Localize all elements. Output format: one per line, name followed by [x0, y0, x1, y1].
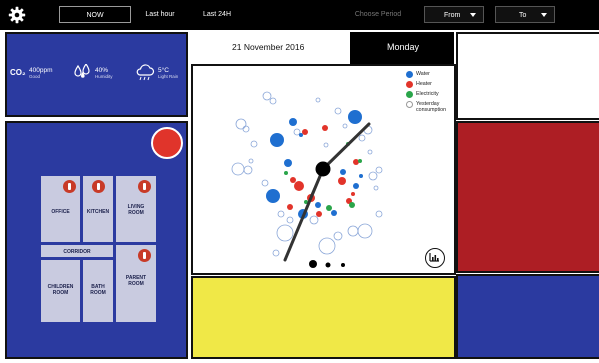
- page-dot: [341, 263, 345, 267]
- weekday-label: Monday: [387, 42, 420, 52]
- room-parent-room[interactable]: PARENT ROOM: [115, 244, 157, 323]
- room-children-room[interactable]: CHILDREN ROOM: [40, 259, 81, 323]
- legend-label-heater: Heater: [416, 81, 432, 87]
- room-label: LIVING ROOM: [127, 204, 145, 216]
- faucet-icon: [92, 180, 105, 193]
- room-label: CHILDREN ROOM: [47, 284, 74, 296]
- legend-dot-water: [406, 71, 413, 78]
- legend-dot-yesterday: [406, 101, 413, 108]
- temperature-value: 5°C: [158, 67, 169, 74]
- legend-dot-electricity: [406, 91, 413, 98]
- room-label: BATH ROOM: [90, 284, 106, 296]
- date-label: 21 November 2016: [232, 42, 305, 52]
- room-corridor[interactable]: CORRIDOR: [40, 244, 114, 258]
- top-bar: NOW Last hour Last 24H Choose Period Fro…: [0, 0, 599, 30]
- co2-value: 400ppm: [29, 67, 53, 74]
- rain-cloud-icon: [135, 64, 155, 87]
- droplets-icon: [74, 62, 92, 85]
- consumption-clock: [231, 91, 383, 268]
- co2-status: Good: [29, 74, 41, 79]
- room-label: PARENT ROOM: [125, 275, 147, 287]
- legend-label-yesterday: Yesterday consumption: [416, 101, 447, 113]
- room-office[interactable]: OFFICE: [40, 175, 81, 243]
- legend-label-water: Water: [416, 71, 430, 77]
- clock-center: [315, 161, 331, 177]
- gear-icon[interactable]: [8, 6, 26, 24]
- page-dot-active: [309, 260, 317, 268]
- room-label: CORRIDOR: [63, 249, 91, 255]
- alert-indicator[interactable]: [151, 127, 183, 159]
- legend-dot-heater: [406, 81, 413, 88]
- co2-icon: CO₂: [10, 68, 26, 77]
- to-label: To: [519, 12, 527, 19]
- yellow-tile[interactable]: [191, 276, 456, 359]
- humidity-label: Humidity: [95, 74, 113, 79]
- temperature-status: Light Rain: [158, 74, 179, 79]
- legend-label-electricity: Electricity: [416, 91, 439, 97]
- thermometer-icon: [138, 249, 151, 262]
- room-bath-room[interactable]: BATH ROOM: [82, 259, 114, 323]
- bar-chart-icon[interactable]: [425, 248, 445, 268]
- chevron-down-icon: [470, 13, 476, 17]
- page-dot: [325, 262, 331, 268]
- red-tile[interactable]: [456, 121, 599, 273]
- room-living-room[interactable]: LIVING ROOM: [115, 175, 157, 243]
- from-label: From: [444, 12, 461, 19]
- humidity-value: 40%: [95, 67, 109, 74]
- now-button[interactable]: NOW: [59, 6, 131, 23]
- lightbulb-icon: [138, 180, 151, 193]
- page-indicator-dots: [309, 260, 345, 268]
- from-dropdown[interactable]: From: [424, 6, 484, 23]
- last-hour-button[interactable]: Last hour: [140, 6, 180, 23]
- floorplan: OFFICE KITCHEN LIVING ROOM CORRIDOR CHIL…: [40, 175, 157, 323]
- room-label: OFFICE: [51, 209, 70, 215]
- chevron-down-icon: [541, 13, 547, 17]
- white-tile[interactable]: [456, 32, 599, 120]
- choose-period-label: Choose Period: [354, 11, 402, 18]
- room-kitchen[interactable]: KITCHEN: [82, 175, 114, 243]
- clock-hands: [283, 122, 371, 262]
- to-dropdown[interactable]: To: [495, 6, 555, 23]
- blue-tile[interactable]: [456, 274, 599, 359]
- room-label: KITCHEN: [86, 209, 110, 215]
- last-24h-button[interactable]: Last 24H: [200, 6, 234, 23]
- thermometer-icon: [63, 180, 76, 193]
